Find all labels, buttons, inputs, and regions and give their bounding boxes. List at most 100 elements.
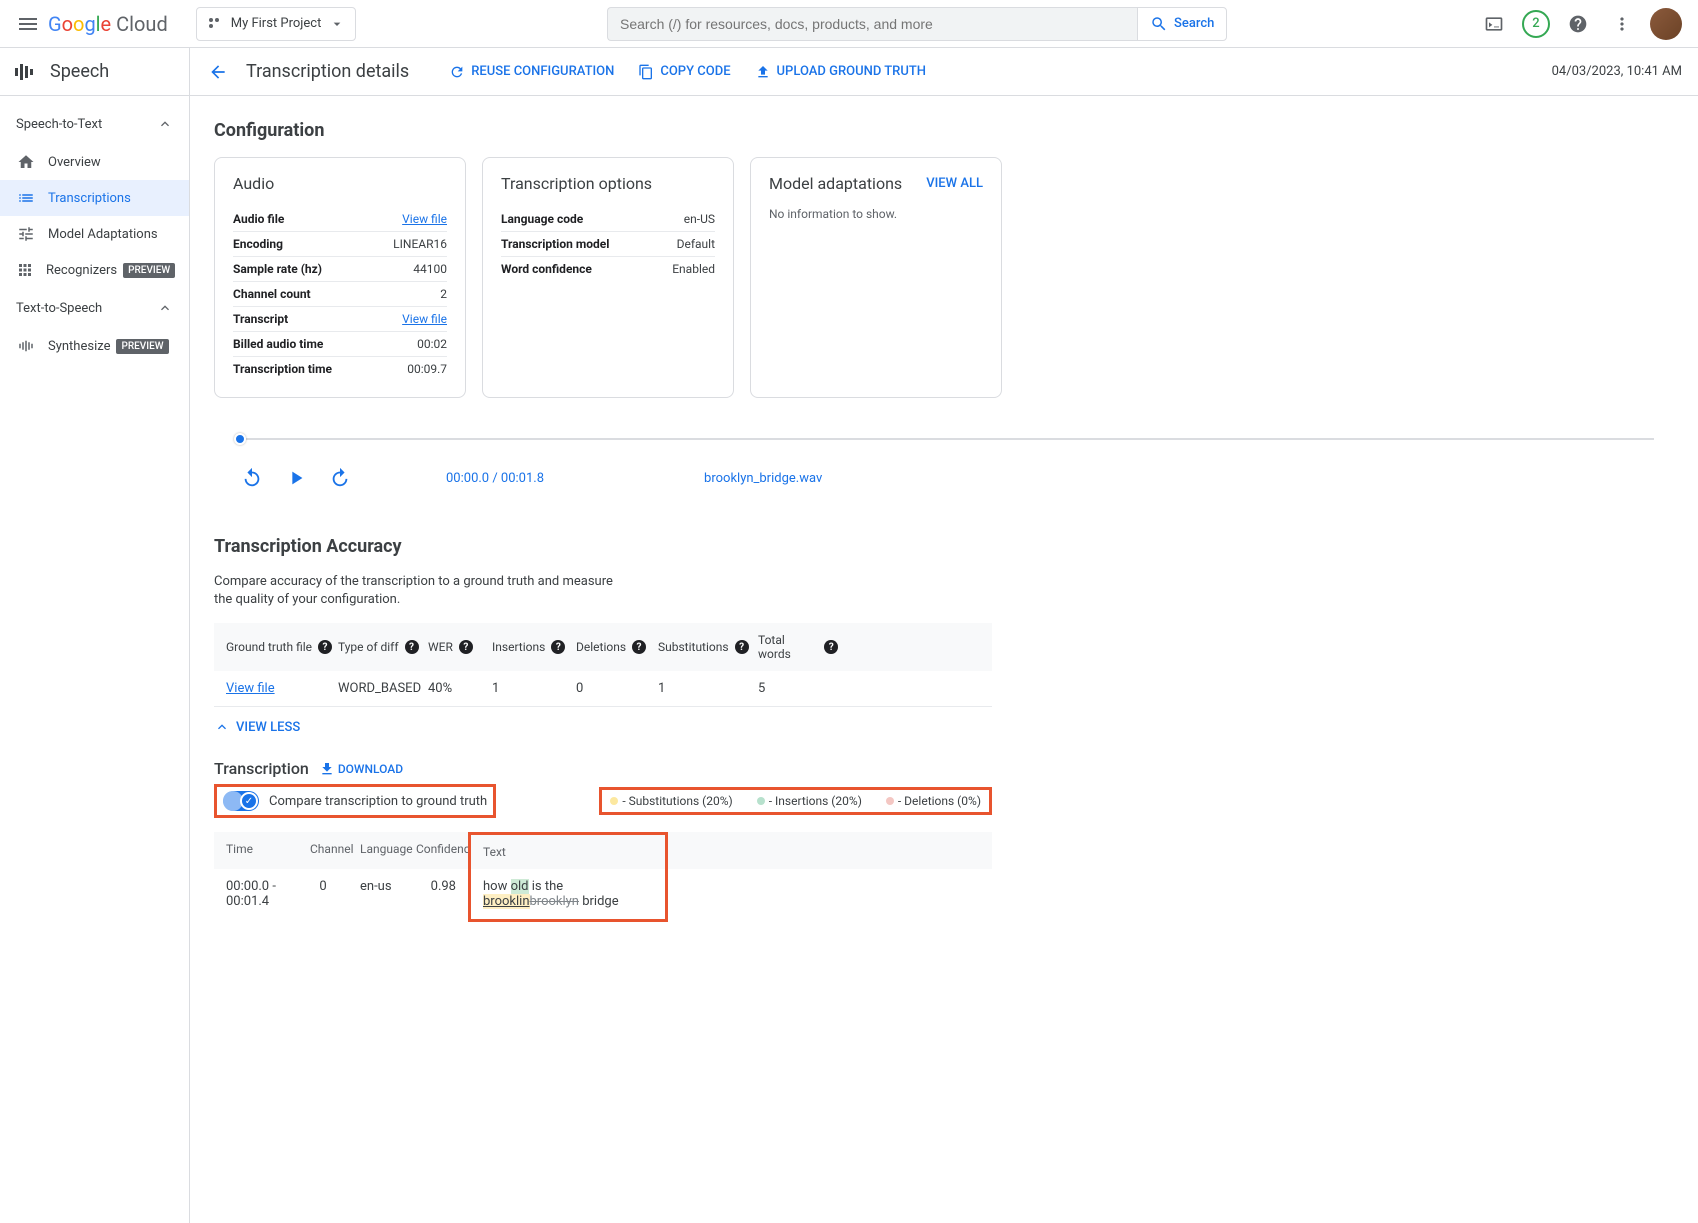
upload-ground-truth-button[interactable]: UPLOAD GROUND TRUTH	[755, 64, 926, 80]
adaptations-card-title: Model adaptations	[769, 174, 902, 193]
inserted-word: old	[511, 879, 529, 894]
options-card-title: Transcription options	[501, 174, 715, 193]
page-title: Transcription details	[246, 61, 409, 82]
sidebar-item-overview[interactable]: Overview	[0, 144, 189, 180]
audio-player: 00:00.0 / 00:01.8 brooklyn_bridge.wav	[234, 438, 1654, 496]
model-adaptations-card: Model adaptations VIEW ALL No informatio…	[750, 157, 1002, 398]
upload-icon	[755, 64, 771, 80]
sidebar: Speech-to-Text Overview Transcriptions M…	[0, 96, 190, 1223]
arrow-back-icon	[208, 62, 228, 82]
search-box[interactable]	[607, 7, 1137, 41]
tune-icon	[16, 224, 36, 244]
deletions-dot	[886, 797, 894, 805]
transcription-table: Time Channel Language Confidence Text 00…	[214, 832, 992, 922]
audio-card-title: Audio	[233, 174, 447, 193]
list-icon	[16, 188, 36, 208]
sidebar-item-synthesize[interactable]: Synthesize PREVIEW	[0, 328, 189, 364]
timestamp: 04/03/2023, 10:41 AM	[1552, 64, 1682, 79]
grid-icon	[16, 260, 34, 280]
sidebar-group-speech-to-text[interactable]: Speech-to-Text	[0, 104, 189, 144]
compare-toggle[interactable]	[223, 791, 259, 811]
preview-badge: PREVIEW	[116, 339, 168, 354]
global-header: Google Cloud My First Project Search 2	[0, 0, 1698, 48]
deleted-word: brooklyn	[530, 894, 580, 909]
adaptations-empty-text: No information to show.	[769, 207, 983, 221]
search-button[interactable]: Search	[1137, 7, 1227, 41]
substituted-word: brooklin	[483, 894, 530, 909]
reuse-configuration-button[interactable]: REUSE CONFIGURATION	[449, 64, 614, 80]
wave-icon	[16, 336, 36, 356]
help-icon	[1568, 14, 1588, 34]
search-icon	[1150, 15, 1168, 33]
project-selector[interactable]: My First Project	[196, 7, 357, 41]
main-content: Configuration Audio Audio fileView file …	[190, 96, 1698, 1223]
help-tooltip-icon[interactable]: ?	[459, 640, 473, 654]
chevron-up-icon	[214, 719, 230, 735]
project-icon	[207, 16, 223, 32]
copy-code-button[interactable]: COPY CODE	[638, 64, 730, 80]
help-tooltip-icon[interactable]: ?	[735, 640, 749, 654]
play-icon	[285, 467, 307, 489]
sidebar-item-recognizers[interactable]: Recognizers PREVIEW	[0, 252, 189, 288]
player-filename: brooklyn_bridge.wav	[704, 471, 822, 486]
table-row: 00:00.0 - 00:01.4 0 en-us 0.98 how old i…	[214, 869, 992, 922]
configuration-title: Configuration	[214, 120, 1674, 141]
refresh-icon	[449, 64, 465, 80]
more-vert-icon	[1612, 14, 1632, 34]
sidebar-item-transcriptions[interactable]: Transcriptions	[0, 180, 189, 216]
chevron-up-icon	[157, 300, 173, 316]
accuracy-description: Compare accuracy of the transcription to…	[214, 573, 614, 609]
user-avatar[interactable]	[1650, 8, 1682, 40]
help-tooltip-icon[interactable]: ?	[318, 640, 332, 654]
menu-icon	[16, 12, 40, 36]
product-name: Speech	[50, 61, 109, 82]
project-name: My First Project	[231, 16, 322, 31]
chevron-down-icon	[329, 16, 345, 32]
search-input[interactable]	[620, 16, 1125, 32]
rewind-button[interactable]	[234, 460, 270, 496]
speech-product-icon	[12, 60, 36, 84]
forward-button[interactable]	[322, 460, 358, 496]
help-tooltip-icon[interactable]: ?	[405, 640, 419, 654]
audio-card: Audio Audio fileView file EncodingLINEAR…	[214, 157, 466, 398]
substitutions-dot	[610, 797, 618, 805]
table-row: View file WORD_BASED 40% 1 0 1 5	[214, 671, 992, 707]
chevron-up-icon	[157, 116, 173, 132]
forward-icon	[329, 467, 351, 489]
view-audio-file-link[interactable]: View file	[402, 212, 447, 226]
insertions-dot	[757, 797, 765, 805]
hamburger-menu[interactable]	[8, 4, 48, 44]
audio-slider[interactable]	[234, 438, 1654, 440]
transcription-text: how old is the brooklinbrooklyn bridge	[468, 869, 668, 922]
view-transcript-file-link[interactable]: View file	[402, 312, 447, 326]
help-button[interactable]	[1562, 8, 1594, 40]
slider-thumb[interactable]	[234, 433, 246, 445]
view-ground-truth-link[interactable]: View file	[226, 681, 275, 696]
download-button[interactable]: DOWNLOAD	[319, 761, 403, 777]
help-tooltip-icon[interactable]: ?	[551, 640, 565, 654]
copy-icon	[638, 64, 654, 80]
view-all-link[interactable]: VIEW ALL	[926, 176, 983, 191]
diff-legend: - Substitutions (20%) - Insertions (20%)…	[599, 787, 992, 815]
home-icon	[16, 152, 36, 172]
download-icon	[319, 761, 335, 777]
preview-badge: PREVIEW	[123, 263, 175, 278]
page-header: Speech Transcription details REUSE CONFI…	[0, 48, 1698, 96]
compare-toggle-section: Compare transcription to ground truth	[214, 784, 496, 818]
more-options-button[interactable]	[1606, 8, 1638, 40]
google-cloud-logo[interactable]: Google Cloud	[48, 12, 168, 36]
help-tooltip-icon[interactable]: ?	[632, 640, 646, 654]
play-button[interactable]	[278, 460, 314, 496]
trial-badge[interactable]: 2	[1522, 10, 1550, 38]
sidebar-item-model-adaptations[interactable]: Model Adaptations	[0, 216, 189, 252]
view-less-button[interactable]: VIEW LESS	[214, 719, 1674, 735]
player-time: 00:00.0 / 00:01.8	[446, 471, 544, 486]
help-tooltip-icon[interactable]: ?	[824, 640, 838, 654]
back-button[interactable]	[198, 52, 238, 92]
accuracy-title: Transcription Accuracy	[214, 536, 1674, 557]
cloud-shell-button[interactable]	[1478, 8, 1510, 40]
transcription-title: Transcription	[214, 759, 309, 778]
compare-toggle-label: Compare transcription to ground truth	[269, 794, 487, 809]
sidebar-group-text-to-speech[interactable]: Text-to-Speech	[0, 288, 189, 328]
terminal-icon	[1484, 14, 1504, 34]
